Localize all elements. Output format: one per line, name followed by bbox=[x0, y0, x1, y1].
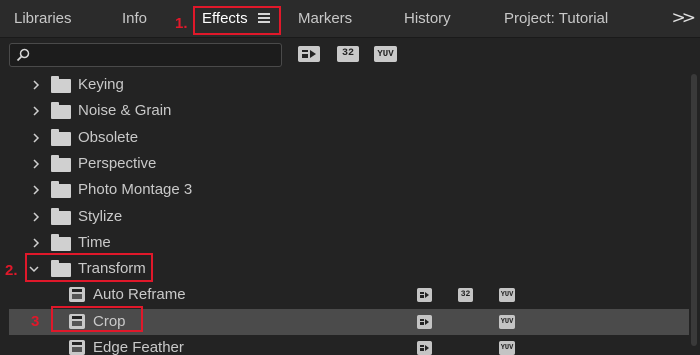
search-box[interactable] bbox=[9, 43, 282, 67]
folder-icon bbox=[51, 207, 71, 225]
chevron-right-icon[interactable] bbox=[31, 211, 41, 223]
folder-icon bbox=[51, 154, 71, 172]
tree-item-label: Stylize bbox=[78, 207, 123, 225]
yuv-badge: YUV bbox=[499, 314, 515, 329]
tree-item-label: Keying bbox=[78, 76, 124, 93]
annotation-number-2: 2. bbox=[5, 262, 18, 279]
overflow-chevrons-icon[interactable]: >> bbox=[672, 8, 696, 28]
panel-tab-bar: Libraries Info Effects Markers History P… bbox=[0, 0, 700, 38]
32-bit-badge: 32 bbox=[458, 288, 473, 303]
folder-icon bbox=[51, 181, 71, 199]
chevron-right-icon[interactable] bbox=[31, 132, 41, 144]
tree-item-label: Auto Reframe bbox=[93, 286, 186, 304]
tab-project[interactable]: Project: Tutorial bbox=[504, 0, 608, 38]
accelerated-effect-icon bbox=[417, 314, 432, 329]
chevron-right-icon[interactable] bbox=[31, 237, 41, 249]
chevron-right-icon[interactable] bbox=[31, 79, 41, 91]
annotation-number-1: 1. bbox=[175, 15, 188, 32]
effect-icon bbox=[69, 340, 85, 355]
tree-item-label: Edge Feather bbox=[93, 339, 184, 355]
chevron-right-icon[interactable] bbox=[31, 105, 41, 117]
folder-row[interactable]: Keying bbox=[9, 72, 689, 98]
annotation-number-3: 3 bbox=[31, 313, 40, 330]
annotation-box-transform bbox=[25, 253, 153, 282]
folder-row[interactable]: Time bbox=[9, 230, 689, 256]
folder-row[interactable]: Noise & Grain bbox=[9, 98, 689, 124]
accelerated-effect-icon bbox=[417, 341, 432, 355]
tab-info[interactable]: Info bbox=[122, 0, 147, 38]
chevron-right-icon[interactable] bbox=[31, 184, 41, 196]
search-icon bbox=[16, 48, 30, 62]
annotation-box-effects bbox=[193, 6, 281, 35]
scrollbar-thumb[interactable] bbox=[691, 74, 697, 346]
accelerated-effects-button[interactable] bbox=[298, 46, 320, 62]
search-input[interactable] bbox=[34, 46, 274, 64]
yuv-badge: YUV bbox=[499, 341, 515, 355]
scrollbar[interactable] bbox=[690, 72, 698, 355]
tree-item-label: Perspective bbox=[78, 154, 157, 172]
tab-markers[interactable]: Markers bbox=[298, 0, 352, 38]
search-row: 32 YUV bbox=[0, 38, 700, 72]
effect-row[interactable]: Auto Reframe 32 YUV bbox=[9, 282, 689, 308]
accelerated-effect-icon bbox=[417, 288, 432, 303]
folder-icon bbox=[51, 102, 71, 120]
tree-item-label: Time bbox=[78, 233, 111, 251]
tree-item-label: Obsolete bbox=[78, 128, 139, 146]
folder-row[interactable]: Stylize bbox=[9, 204, 689, 230]
folder-icon bbox=[51, 128, 71, 146]
annotation-box-crop bbox=[51, 306, 143, 332]
folder-icon bbox=[51, 233, 71, 251]
accelerated-effects-icon bbox=[302, 50, 316, 58]
yuv-button[interactable]: YUV bbox=[374, 46, 397, 62]
tab-history[interactable]: History bbox=[404, 0, 451, 38]
effect-icon bbox=[69, 287, 85, 303]
32-bit-button[interactable]: 32 bbox=[337, 46, 359, 62]
chevron-right-icon[interactable] bbox=[31, 158, 41, 170]
folder-row[interactable]: Photo Montage 3 bbox=[9, 177, 689, 203]
tab-libraries[interactable]: Libraries bbox=[14, 0, 72, 38]
tree-item-label: Noise & Grain bbox=[78, 102, 172, 120]
yuv-badge: YUV bbox=[499, 288, 515, 303]
folder-row[interactable]: Obsolete bbox=[9, 125, 689, 151]
folder-icon bbox=[51, 76, 71, 93]
tree-item-label: Photo Montage 3 bbox=[78, 181, 193, 199]
folder-row[interactable]: Perspective bbox=[9, 151, 689, 177]
effect-row[interactable]: Edge Feather YUV bbox=[9, 335, 689, 355]
